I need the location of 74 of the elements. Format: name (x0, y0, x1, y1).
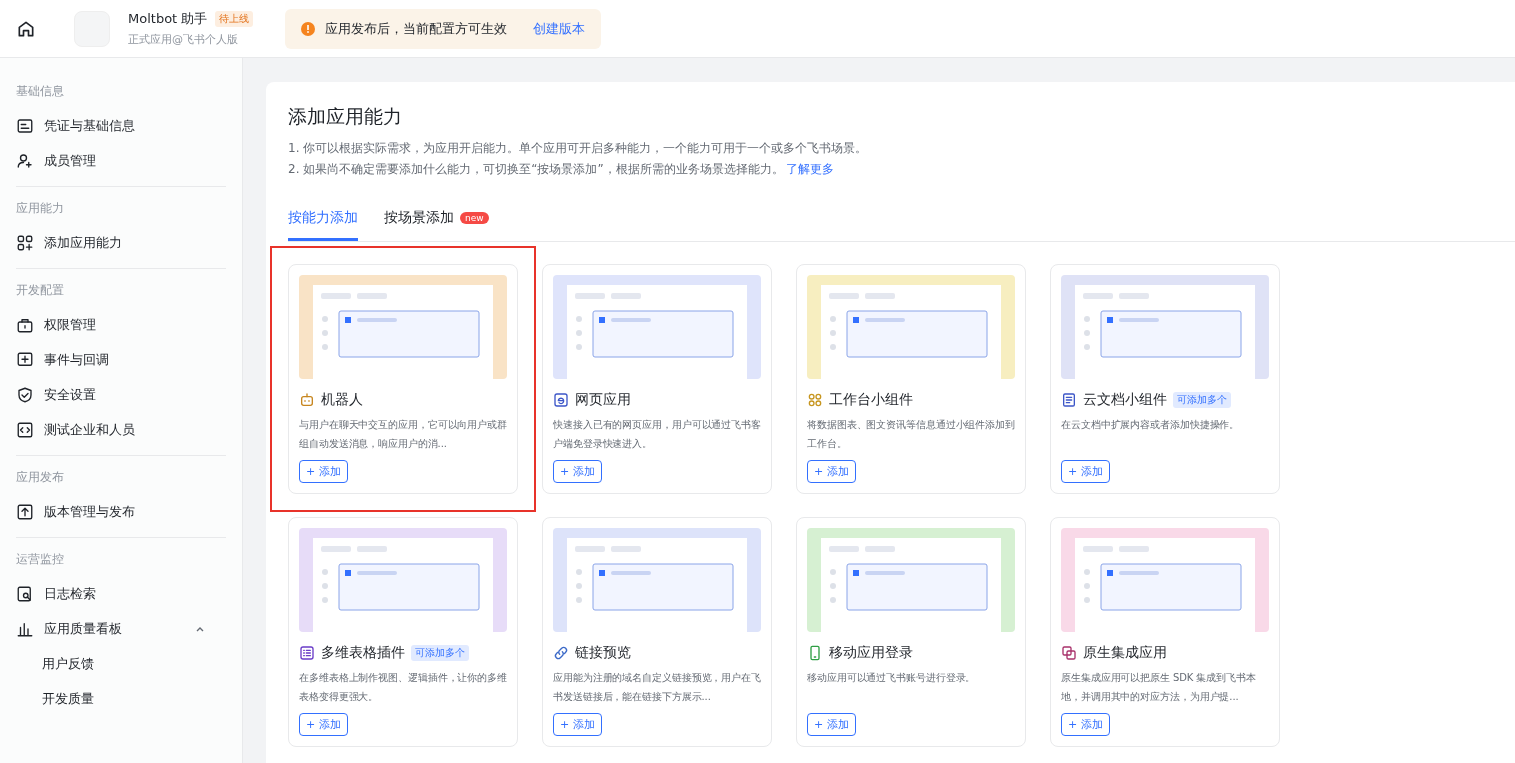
shield-icon (16, 385, 34, 404)
card-description: 应用能为注册的域名自定义链接预览，用户在飞书发送链接后，能在链接下方展示... (553, 671, 761, 704)
add-button[interactable]: + 添加 (1061, 460, 1110, 483)
add-button[interactable]: + 添加 (1061, 713, 1110, 736)
instruction-text: 2. 如果尚不确定需要添加什么能力，可切换至“按场景添加”，根据所需的业务场景选择能力。 了解更多 (288, 161, 835, 178)
section-title: 应用能力 (16, 199, 65, 217)
widgets-icon (807, 392, 823, 408)
code-icon (16, 420, 34, 439)
section-title: 基础信息 (16, 82, 65, 100)
document-icon (1061, 392, 1077, 408)
sidebar-item[interactable]: 事件与回调 (16, 342, 226, 377)
sidebar-item[interactable]: 添加应用能力 (16, 225, 226, 260)
card-title: 云文档小组件 (1083, 391, 1167, 409)
add-button[interactable]: + 添加 (807, 713, 856, 736)
add-button[interactable]: + 添加 (807, 460, 856, 483)
card-description: 移动应用可以通过飞书账号进行登录。 (807, 671, 977, 685)
card-title: 机器人 (321, 391, 363, 409)
link-icon (553, 645, 569, 661)
card-title: 工作台小组件 (829, 391, 913, 409)
sidebar-item[interactable]: 测试企业和人员 (16, 412, 226, 447)
page-title: 添加应用能力 (288, 104, 403, 129)
sidebar-item[interactable]: 成员管理 (16, 143, 226, 178)
sidebar-subitem[interactable]: 开发质量 (16, 681, 226, 716)
sidebar-item[interactable]: 凭证与基础信息 (16, 108, 226, 143)
card-description: 与用户在聊天中交互的应用，它可以向用户或群组自动发送消息，响应用户的消... (299, 418, 507, 451)
table-icon (299, 645, 315, 661)
grid-add-icon (16, 233, 34, 252)
card-title: 多维表格插件 (321, 644, 405, 662)
add-button[interactable]: + 添加 (299, 460, 348, 483)
sidebar-item[interactable]: 日志检索 (16, 576, 226, 611)
linked-squares-icon (1061, 645, 1077, 661)
sidebar-subitem[interactable]: 用户反馈 (16, 646, 226, 681)
plus-square-icon (16, 350, 34, 369)
card-title: 移动应用登录 (829, 644, 913, 662)
tab[interactable]: 按能力添加 (288, 198, 358, 241)
tab-label: 按场景添加 (384, 209, 454, 227)
card-title: 网页应用 (575, 391, 631, 409)
card-description: 将数据图表、图文资讯等信息通过小组件添加到工作台。 (807, 418, 1015, 451)
sidebar-item[interactable]: 权限管理 (16, 307, 226, 342)
sidebar-item[interactable]: 应用质量看板 (16, 611, 226, 646)
learn-more-link[interactable]: 了解更多 (785, 162, 834, 176)
add-button[interactable]: + 添加 (553, 460, 602, 483)
section-title: 运营监控 (16, 550, 65, 568)
add-button[interactable]: + 添加 (553, 713, 602, 736)
card-title: 链接预览 (575, 644, 631, 662)
notice-text: 应用发布后，当前配置方可生效 (325, 19, 508, 38)
instruction-text: 1. 你可以根据实际需求，为应用开启能力。单个应用可开启多种能力，一个能力可用于一个或多个飞书场景。 (288, 140, 869, 157)
new-badge: new (460, 212, 489, 224)
tab[interactable]: 按场景添加 new (384, 198, 489, 241)
sidebar-item[interactable]: 版本管理与发布 (16, 494, 226, 529)
upload-icon (16, 502, 34, 521)
status-badge: 待上线 (215, 11, 254, 27)
multi-badge: 可添加多个 (1173, 392, 1231, 408)
multi-badge: 可添加多个 (411, 645, 469, 661)
section-title: 应用发布 (16, 468, 65, 486)
app-name: Moltbot 助手 (128, 10, 208, 28)
card-description: 在多维表格上制作视图、逻辑插件，让你的多维表格变得更强大。 (299, 671, 507, 704)
robot-icon (299, 392, 315, 408)
browser-icon (553, 392, 569, 408)
app-subtitle: 正式应用@飞书个人版 (128, 32, 239, 47)
warning-icon (301, 21, 316, 36)
card-description: 快速接入已有的网页应用，用户可以通过飞书客户端免登录快速进入。 (553, 418, 761, 451)
document-search-icon (16, 584, 34, 603)
section-title: 开发配置 (16, 281, 65, 299)
id-card-icon (16, 116, 34, 135)
tab-label: 按能力添加 (288, 209, 358, 227)
person-add-icon (16, 151, 34, 170)
card-description: 原生集成应用可以把原生 SDK 集成到飞书本地，并调用其中的对应方法，为用户提... (1061, 671, 1257, 704)
sidebar-item[interactable]: 安全设置 (16, 377, 226, 412)
card-description: 在云文档中扩展内容或者添加快捷操作。 (1061, 418, 1241, 432)
card-title: 原生集成应用 (1083, 644, 1167, 662)
create-version-link[interactable]: 创建版本 (533, 19, 586, 38)
add-button[interactable]: + 添加 (299, 713, 348, 736)
phone-icon (807, 645, 823, 661)
